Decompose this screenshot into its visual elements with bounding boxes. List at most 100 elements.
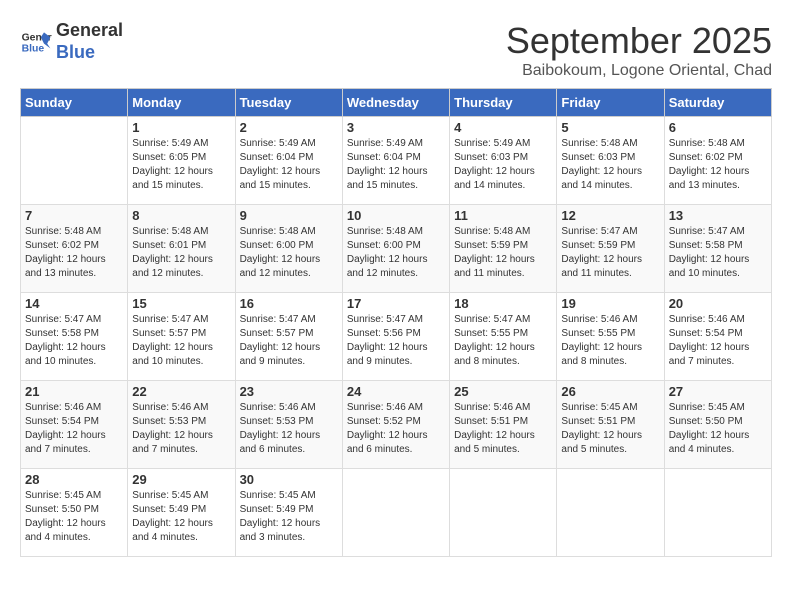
calendar-week-row: 28 Sunrise: 5:45 AM Sunset: 5:50 PM Dayli… [21, 469, 772, 557]
day-number: 24 [347, 384, 445, 399]
day-number: 7 [25, 208, 123, 223]
cell-content: Sunrise: 5:47 AM Sunset: 5:57 PM Dayligh… [240, 313, 338, 369]
calendar-cell: 5 Sunrise: 5:48 AM Sunset: 6:03 PM Daylig… [557, 117, 664, 205]
calendar-cell: 4Sunrise: 5:49 AM Sunset: 6:03 PM Daylig… [450, 117, 557, 205]
cell-content: Sunrise: 5:46 AM Sunset: 5:53 PM Dayligh… [132, 401, 230, 457]
calendar-day-header: Sunday [21, 89, 128, 117]
day-number: 17 [347, 296, 445, 311]
calendar-cell [342, 469, 449, 557]
cell-content: Sunrise: 5:45 AM Sunset: 5:49 PM Dayligh… [132, 489, 230, 545]
cell-content: Sunrise: 5:49 AM Sunset: 6:04 PM Dayligh… [240, 137, 338, 193]
calendar-cell: 13 Sunrise: 5:47 AM Sunset: 5:58 PM Dayli… [664, 205, 771, 293]
calendar-week-row: 1Sunrise: 5:49 AM Sunset: 6:05 PM Daylig… [21, 117, 772, 205]
day-number: 19 [561, 296, 659, 311]
calendar-cell: 10Sunrise: 5:48 AM Sunset: 6:00 PM Dayli… [342, 205, 449, 293]
svg-text:Blue: Blue [22, 43, 45, 54]
calendar-cell: 30 Sunrise: 5:45 AM Sunset: 5:49 PM Dayli… [235, 469, 342, 557]
calendar-day-header: Monday [128, 89, 235, 117]
day-number: 5 [561, 120, 659, 135]
cell-content: Sunrise: 5:47 AM Sunset: 5:59 PM Dayligh… [561, 225, 659, 281]
calendar-day-header: Friday [557, 89, 664, 117]
day-number: 29 [132, 472, 230, 487]
day-number: 13 [669, 208, 767, 223]
cell-content: Sunrise: 5:45 AM Sunset: 5:51 PM Dayligh… [561, 401, 659, 457]
cell-content: Sunrise: 5:46 AM Sunset: 5:53 PM Dayligh… [240, 401, 338, 457]
calendar-cell: 29 Sunrise: 5:45 AM Sunset: 5:49 PM Dayli… [128, 469, 235, 557]
day-number: 1 [132, 120, 230, 135]
calendar-week-row: 21 Sunrise: 5:46 AM Sunset: 5:54 PM Dayli… [21, 381, 772, 469]
cell-content: Sunrise: 5:47 AM Sunset: 5:55 PM Dayligh… [454, 313, 552, 369]
location-title: Baibokoum, Logone Oriental, Chad [506, 62, 772, 80]
cell-content: Sunrise: 5:48 AM Sunset: 6:02 PM Dayligh… [669, 137, 767, 193]
day-number: 22 [132, 384, 230, 399]
cell-content: Sunrise: 5:46 AM Sunset: 5:51 PM Dayligh… [454, 401, 552, 457]
cell-content: Sunrise: 5:47 AM Sunset: 5:56 PM Dayligh… [347, 313, 445, 369]
calendar-day-header: Saturday [664, 89, 771, 117]
calendar-cell: 15 Sunrise: 5:47 AM Sunset: 5:57 PM Dayli… [128, 293, 235, 381]
calendar-cell: 7 Sunrise: 5:48 AM Sunset: 6:02 PM Daylig… [21, 205, 128, 293]
day-number: 6 [669, 120, 767, 135]
cell-content: Sunrise: 5:46 AM Sunset: 5:54 PM Dayligh… [669, 313, 767, 369]
cell-content: Sunrise: 5:46 AM Sunset: 5:52 PM Dayligh… [347, 401, 445, 457]
month-title: September 2025 [506, 20, 772, 62]
calendar-cell: 18Sunrise: 5:47 AM Sunset: 5:55 PM Dayli… [450, 293, 557, 381]
calendar-day-header: Tuesday [235, 89, 342, 117]
cell-content: Sunrise: 5:48 AM Sunset: 6:02 PM Dayligh… [25, 225, 123, 281]
cell-content: Sunrise: 5:47 AM Sunset: 5:57 PM Dayligh… [132, 313, 230, 369]
calendar-day-header: Thursday [450, 89, 557, 117]
calendar-cell: 1Sunrise: 5:49 AM Sunset: 6:05 PM Daylig… [128, 117, 235, 205]
cell-content: Sunrise: 5:45 AM Sunset: 5:49 PM Dayligh… [240, 489, 338, 545]
calendar-cell: 27Sunrise: 5:45 AM Sunset: 5:50 PM Dayli… [664, 381, 771, 469]
calendar-cell: 20 Sunrise: 5:46 AM Sunset: 5:54 PM Dayli… [664, 293, 771, 381]
day-number: 2 [240, 120, 338, 135]
calendar-cell: 21 Sunrise: 5:46 AM Sunset: 5:54 PM Dayli… [21, 381, 128, 469]
calendar-cell: 8Sunrise: 5:48 AM Sunset: 6:01 PM Daylig… [128, 205, 235, 293]
calendar-cell: 25Sunrise: 5:46 AM Sunset: 5:51 PM Dayli… [450, 381, 557, 469]
calendar-cell: 19Sunrise: 5:46 AM Sunset: 5:55 PM Dayli… [557, 293, 664, 381]
logo: General Blue General Blue [20, 20, 123, 63]
calendar-cell: 6 Sunrise: 5:48 AM Sunset: 6:02 PM Daylig… [664, 117, 771, 205]
calendar-cell: 23 Sunrise: 5:46 AM Sunset: 5:53 PM Dayli… [235, 381, 342, 469]
day-number: 20 [669, 296, 767, 311]
calendar-header-row: SundayMondayTuesdayWednesdayThursdayFrid… [21, 89, 772, 117]
day-number: 30 [240, 472, 338, 487]
calendar-cell: 28 Sunrise: 5:45 AM Sunset: 5:50 PM Dayli… [21, 469, 128, 557]
cell-content: Sunrise: 5:48 AM Sunset: 5:59 PM Dayligh… [454, 225, 552, 281]
title-block: September 2025 Baibokoum, Logone Orienta… [506, 20, 772, 80]
day-number: 15 [132, 296, 230, 311]
calendar-body: 1Sunrise: 5:49 AM Sunset: 6:05 PM Daylig… [21, 117, 772, 557]
page-header: General Blue General Blue September 2025… [20, 20, 772, 80]
calendar-cell [664, 469, 771, 557]
cell-content: Sunrise: 5:45 AM Sunset: 5:50 PM Dayligh… [669, 401, 767, 457]
calendar-cell [557, 469, 664, 557]
calendar-cell [450, 469, 557, 557]
cell-content: Sunrise: 5:48 AM Sunset: 6:00 PM Dayligh… [240, 225, 338, 281]
day-number: 4 [454, 120, 552, 135]
day-number: 23 [240, 384, 338, 399]
cell-content: Sunrise: 5:48 AM Sunset: 6:00 PM Dayligh… [347, 225, 445, 281]
calendar-cell: 26Sunrise: 5:45 AM Sunset: 5:51 PM Dayli… [557, 381, 664, 469]
day-number: 3 [347, 120, 445, 135]
day-number: 14 [25, 296, 123, 311]
cell-content: Sunrise: 5:48 AM Sunset: 6:03 PM Dayligh… [561, 137, 659, 193]
calendar-cell: 24 Sunrise: 5:46 AM Sunset: 5:52 PM Dayli… [342, 381, 449, 469]
calendar-day-header: Wednesday [342, 89, 449, 117]
calendar-week-row: 14 Sunrise: 5:47 AM Sunset: 5:58 PM Dayli… [21, 293, 772, 381]
logo-text: General Blue [56, 20, 123, 63]
calendar-cell: 11Sunrise: 5:48 AM Sunset: 5:59 PM Dayli… [450, 205, 557, 293]
calendar-cell [21, 117, 128, 205]
cell-content: Sunrise: 5:45 AM Sunset: 5:50 PM Dayligh… [25, 489, 123, 545]
calendar-cell: 12Sunrise: 5:47 AM Sunset: 5:59 PM Dayli… [557, 205, 664, 293]
calendar-cell: 14 Sunrise: 5:47 AM Sunset: 5:58 PM Dayli… [21, 293, 128, 381]
calendar-cell: 22 Sunrise: 5:46 AM Sunset: 5:53 PM Dayli… [128, 381, 235, 469]
calendar-cell: 2 Sunrise: 5:49 AM Sunset: 6:04 PM Daylig… [235, 117, 342, 205]
day-number: 8 [132, 208, 230, 223]
day-number: 28 [25, 472, 123, 487]
cell-content: Sunrise: 5:46 AM Sunset: 5:54 PM Dayligh… [25, 401, 123, 457]
calendar-table: SundayMondayTuesdayWednesdayThursdayFrid… [20, 88, 772, 557]
day-number: 16 [240, 296, 338, 311]
cell-content: Sunrise: 5:47 AM Sunset: 5:58 PM Dayligh… [669, 225, 767, 281]
cell-content: Sunrise: 5:47 AM Sunset: 5:58 PM Dayligh… [25, 313, 123, 369]
day-number: 21 [25, 384, 123, 399]
logo-icon: General Blue [20, 26, 52, 58]
